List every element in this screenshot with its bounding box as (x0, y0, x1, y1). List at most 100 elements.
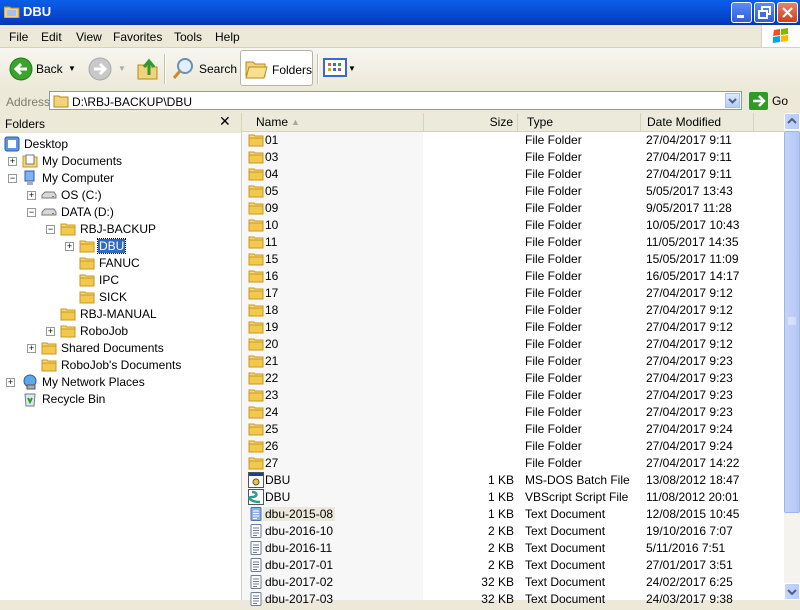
address-dropdown-button[interactable] (725, 93, 740, 108)
list-item[interactable]: dbu-2017-02 32 KB Text Document 24/02/2017 … (242, 574, 784, 591)
minimize-button[interactable] (731, 2, 752, 23)
tree-item-desktop[interactable]: Desktop (0, 136, 240, 153)
views-dropdown-icon: ▼ (348, 64, 356, 73)
forward-dropdown-icon[interactable]: ▼ (118, 64, 126, 73)
item-date-modified: 27/04/2017 9:12 (646, 286, 733, 300)
list-item[interactable]: dbu-2016-11 2 KB Text Document 5/11/2016 7:… (242, 540, 784, 557)
item-name: dbu-2017-01 (265, 558, 334, 572)
expand-icon[interactable]: + (65, 242, 74, 251)
tree-item-my-documents[interactable]: + My Documents (0, 153, 240, 170)
close-button[interactable] (777, 2, 798, 23)
folder-icon (79, 272, 95, 288)
scroll-thumb[interactable] (784, 131, 800, 513)
item-size: 2 KB (487, 541, 514, 555)
list-item[interactable]: DBU 1 KB MS-DOS Batch File 13/08/2012 18:47 (242, 472, 784, 489)
expand-icon[interactable]: + (6, 378, 15, 387)
collapse-icon[interactable]: − (27, 208, 36, 217)
collapse-icon[interactable]: − (8, 174, 17, 183)
title-bar[interactable]: DBU (0, 0, 800, 25)
list-item[interactable]: 18 File Folder 27/04/2017 9:12 (242, 302, 784, 319)
list-item[interactable]: 21 File Folder 27/04/2017 9:23 (242, 353, 784, 370)
tree-item-rbj-manual[interactable]: RBJ-MANUAL (0, 306, 240, 323)
item-name: dbu-2016-10 (265, 524, 334, 538)
vertical-scrollbar[interactable] (784, 113, 800, 600)
list-item[interactable]: 26 File Folder 27/04/2017 9:24 (242, 438, 784, 455)
list-item[interactable]: 19 File Folder 27/04/2017 9:12 (242, 319, 784, 336)
forward-button[interactable]: ▼ (86, 48, 126, 88)
list-item[interactable]: dbu-2015-08 1 KB Text Document 12/08/2015 1… (242, 506, 784, 523)
tree-item-data-d[interactable]: − DATA (D:) (0, 204, 240, 221)
expand-icon[interactable]: + (8, 157, 17, 166)
close-folders-pane-icon[interactable]: ✕ (219, 114, 231, 130)
address-input[interactable]: D:\RBJ-BACKUP\DBU (49, 91, 742, 110)
tree-item-sick[interactable]: SICK (0, 289, 240, 306)
tree-item-robojob-s-documents[interactable]: RoboJob's Documents (0, 357, 240, 374)
back-dropdown-icon[interactable]: ▼ (68, 64, 76, 73)
vbscript-file-icon (248, 489, 264, 505)
collapse-icon[interactable]: − (46, 225, 55, 234)
item-name: 20 (265, 337, 279, 351)
search-button[interactable]: Search (170, 48, 237, 88)
scroll-up-button[interactable] (784, 113, 800, 130)
list-item[interactable]: 25 File Folder 27/04/2017 9:24 (242, 421, 784, 438)
list-item[interactable]: 20 File Folder 27/04/2017 9:12 (242, 336, 784, 353)
list-item[interactable]: 24 File Folder 27/04/2017 9:23 (242, 404, 784, 421)
go-button[interactable]: Go (748, 91, 798, 111)
list-item[interactable]: DBU 1 KB VBScript Script File 11/08/2012 20… (242, 489, 784, 506)
tree-item-fanuc[interactable]: FANUC (0, 255, 240, 272)
expand-icon[interactable]: + (27, 344, 36, 353)
tree-item-shared-documents[interactable]: + Shared Documents (0, 340, 240, 357)
tree-item-my-computer[interactable]: − My Computer (0, 170, 240, 187)
tree-item-label: Desktop (24, 137, 69, 151)
list-item[interactable]: 23 File Folder 27/04/2017 9:23 (242, 387, 784, 404)
list-item[interactable]: 15 File Folder 15/05/2017 11:09 (242, 251, 784, 268)
item-date-modified: 27/04/2017 9:11 (646, 150, 732, 164)
list-item[interactable]: 09 File Folder 9/05/2017 11:28 (242, 200, 784, 217)
item-type: Text Document (525, 558, 606, 572)
column-type[interactable]: Type (517, 113, 641, 131)
column-name[interactable]: Name ▲ (242, 113, 424, 131)
menu-edit[interactable]: Edit (41, 30, 62, 44)
list-item[interactable]: dbu-2017-01 2 KB Text Document 27/01/2017 3… (242, 557, 784, 574)
tree-item-my-network-places[interactable]: + My Network Places (0, 374, 240, 391)
scroll-down-button[interactable] (784, 583, 800, 600)
tree-item-dbu[interactable]: + DBU (0, 238, 240, 255)
column-size[interactable]: Size (423, 113, 518, 131)
menu-tools[interactable]: Tools (174, 30, 202, 44)
menu-favorites[interactable]: Favorites (113, 30, 162, 44)
window-title: DBU (23, 4, 52, 19)
list-item[interactable]: 05 File Folder 5/05/2017 13:43 (242, 183, 784, 200)
folder-icon (248, 421, 264, 437)
folders-pane: Folders ✕ Desktop + My Documents − My Comput… (0, 113, 242, 600)
list-item[interactable]: 17 File Folder 27/04/2017 9:12 (242, 285, 784, 302)
tree-item-rbj-backup[interactable]: − RBJ-BACKUP (0, 221, 240, 238)
list-item[interactable]: 01 File Folder 27/04/2017 9:11 (242, 132, 784, 149)
up-folder-button[interactable] (134, 48, 160, 88)
expand-icon[interactable]: + (46, 327, 55, 336)
tree-item-os-c[interactable]: + OS (C:) (0, 187, 240, 204)
list-item[interactable]: 11 File Folder 11/05/2017 14:35 (242, 234, 784, 251)
folders-toggle-button[interactable]: Folders (240, 50, 313, 86)
menu-view[interactable]: View (76, 30, 102, 44)
list-item[interactable]: 10 File Folder 10/05/2017 10:43 (242, 217, 784, 234)
list-item[interactable]: 03 File Folder 27/04/2017 9:11 (242, 149, 784, 166)
expand-icon[interactable]: + (27, 191, 36, 200)
list-item[interactable]: 16 File Folder 16/05/2017 14:17 (242, 268, 784, 285)
list-item[interactable]: dbu-2016-10 2 KB Text Document 19/10/2016 7… (242, 523, 784, 540)
back-button[interactable]: Back ▼ (6, 48, 78, 88)
item-date-modified: 24/02/2017 6:25 (646, 575, 733, 589)
list-item[interactable]: 22 File Folder 27/04/2017 9:23 (242, 370, 784, 387)
list-item[interactable]: 04 File Folder 27/04/2017 9:11 (242, 166, 784, 183)
menu-file[interactable]: File (9, 30, 28, 44)
batch-file-icon (248, 472, 264, 488)
tree-item-robojob[interactable]: + RoboJob (0, 323, 240, 340)
menu-help[interactable]: Help (215, 30, 240, 44)
list-item[interactable]: 27 File Folder 27/04/2017 14:22 (242, 455, 784, 472)
item-date-modified: 27/04/2017 14:22 (646, 456, 740, 470)
column-date-modified[interactable]: Date Modified (640, 113, 754, 131)
views-button[interactable]: ▼ (322, 48, 358, 88)
tree-item-ipc[interactable]: IPC (0, 272, 240, 289)
restore-button[interactable] (754, 2, 775, 23)
tree-item-recycle-bin[interactable]: Recycle Bin (0, 391, 240, 408)
folder-icon (41, 340, 57, 356)
